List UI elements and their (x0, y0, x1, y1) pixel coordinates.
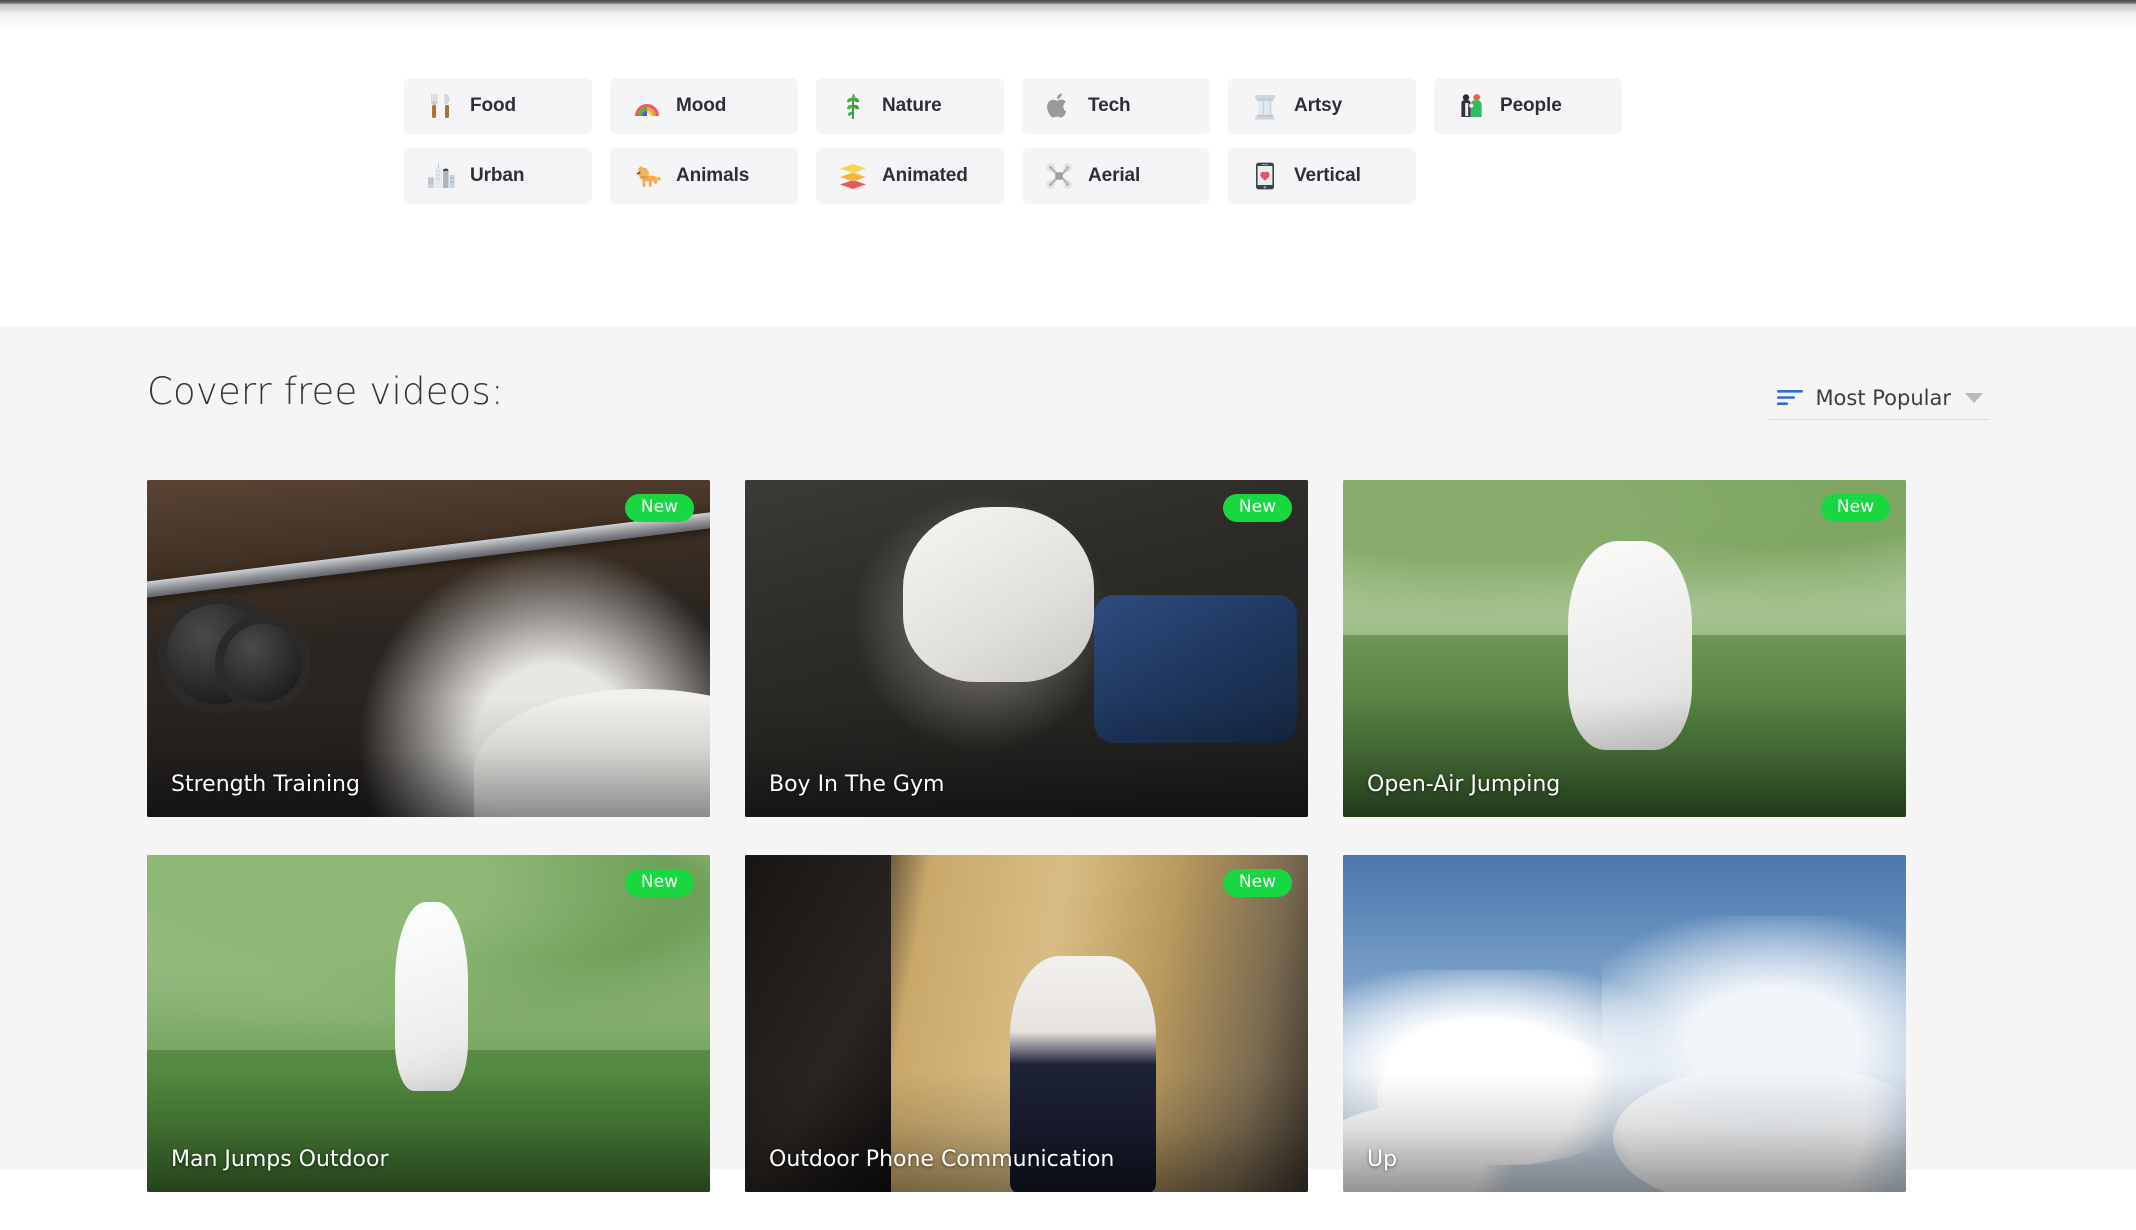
dog-icon (632, 161, 662, 191)
video-card[interactable]: New Strength Training (147, 480, 710, 817)
category-chip-mood[interactable]: Mood (610, 78, 798, 134)
videos-section: Coverr free videos: Most Popular New Str… (0, 327, 2136, 1192)
category-label: Tech (1088, 95, 1131, 116)
video-title: Strength Training (171, 772, 360, 797)
new-badge: New (1820, 494, 1890, 522)
category-label: Mood (676, 95, 727, 116)
apple-icon (1044, 91, 1074, 121)
category-label: Food (470, 95, 517, 116)
chevron-down-icon (1965, 392, 1983, 403)
category-chip-artsy[interactable]: Artsy (1228, 78, 1416, 134)
categories-section: Food Mood Nature Tech Artsy People Urban… (0, 4, 2136, 327)
category-chip-urban[interactable]: Urban (404, 148, 592, 204)
category-label: Vertical (1294, 165, 1361, 186)
category-label: Artsy (1294, 95, 1343, 116)
categories-row-2: Urban Animals Animated Aerial Vertical (404, 148, 1694, 204)
videos-section-header: Coverr free videos: Most Popular (147, 370, 1989, 428)
video-title: Man Jumps Outdoor (171, 1147, 389, 1172)
classical-column-icon (1250, 91, 1280, 121)
new-badge: New (1222, 494, 1292, 522)
video-card[interactable]: New Boy In The Gym (745, 480, 1308, 817)
thumbnail-scrim (745, 697, 1308, 817)
drone-icon (1044, 161, 1074, 191)
category-chip-aerial[interactable]: Aerial (1022, 148, 1210, 204)
thumbnail-scrim (147, 1072, 710, 1192)
thumbnail-scrim (1343, 1072, 1906, 1192)
video-title: Up (1367, 1147, 1398, 1172)
category-label: Urban (470, 165, 525, 186)
sort-value-label: Most Popular (1815, 385, 1951, 410)
category-chip-people[interactable]: People (1434, 78, 1622, 134)
video-card[interactable]: New Man Jumps Outdoor (147, 855, 710, 1192)
video-card[interactable]: New Open-Air Jumping (1343, 480, 1906, 817)
category-chip-tech[interactable]: Tech (1022, 78, 1210, 134)
category-chip-nature[interactable]: Nature (816, 78, 1004, 134)
category-chip-animals[interactable]: Animals (610, 148, 798, 204)
category-label: People (1500, 95, 1562, 116)
new-badge: New (624, 869, 694, 897)
category-label: Animated (882, 165, 968, 186)
new-badge: New (1222, 869, 1292, 897)
video-grid-row: New Man Jumps Outdoor New Outdoor Phone … (147, 855, 1907, 1192)
cityscape-icon (426, 161, 456, 191)
thumbnail-scrim (745, 1072, 1308, 1192)
herb-leaf-icon (838, 91, 868, 121)
layers-icon (838, 161, 868, 191)
category-chip-food[interactable]: Food (404, 78, 592, 134)
categories-grid: Food Mood Nature Tech Artsy People Urban… (404, 78, 1694, 218)
page-title: Coverr free videos: (147, 370, 504, 413)
categories-row-1: Food Mood Nature Tech Artsy People (404, 78, 1694, 134)
video-title: Outdoor Phone Communication (769, 1147, 1115, 1172)
video-title: Boy In The Gym (769, 772, 945, 797)
browser-chrome-bar (0, 0, 2136, 4)
category-label: Nature (882, 95, 942, 116)
video-title: Open-Air Jumping (1367, 772, 1561, 797)
category-label: Aerial (1088, 165, 1141, 186)
category-chip-vertical[interactable]: Vertical (1228, 148, 1416, 204)
mobile-heart-icon (1250, 161, 1280, 191)
thumbnail-scrim (147, 697, 710, 817)
category-label: Animals (676, 165, 750, 186)
category-chip-animated[interactable]: Animated (816, 148, 1004, 204)
video-grid: New Strength Training New Boy In The Gym… (147, 480, 1907, 1230)
sort-dropdown[interactable]: Most Popular (1769, 376, 1989, 420)
sort-lines-icon (1777, 389, 1804, 405)
rainbow-icon (632, 91, 662, 121)
video-card[interactable]: Up (1343, 855, 1906, 1192)
new-badge: New (624, 494, 694, 522)
video-grid-row: New Strength Training New Boy In The Gym… (147, 480, 1907, 817)
couple-icon (1456, 91, 1486, 121)
thumbnail-scrim (1343, 697, 1906, 817)
fork-knife-icon (426, 91, 456, 121)
video-card[interactable]: New Outdoor Phone Communication (745, 855, 1308, 1192)
